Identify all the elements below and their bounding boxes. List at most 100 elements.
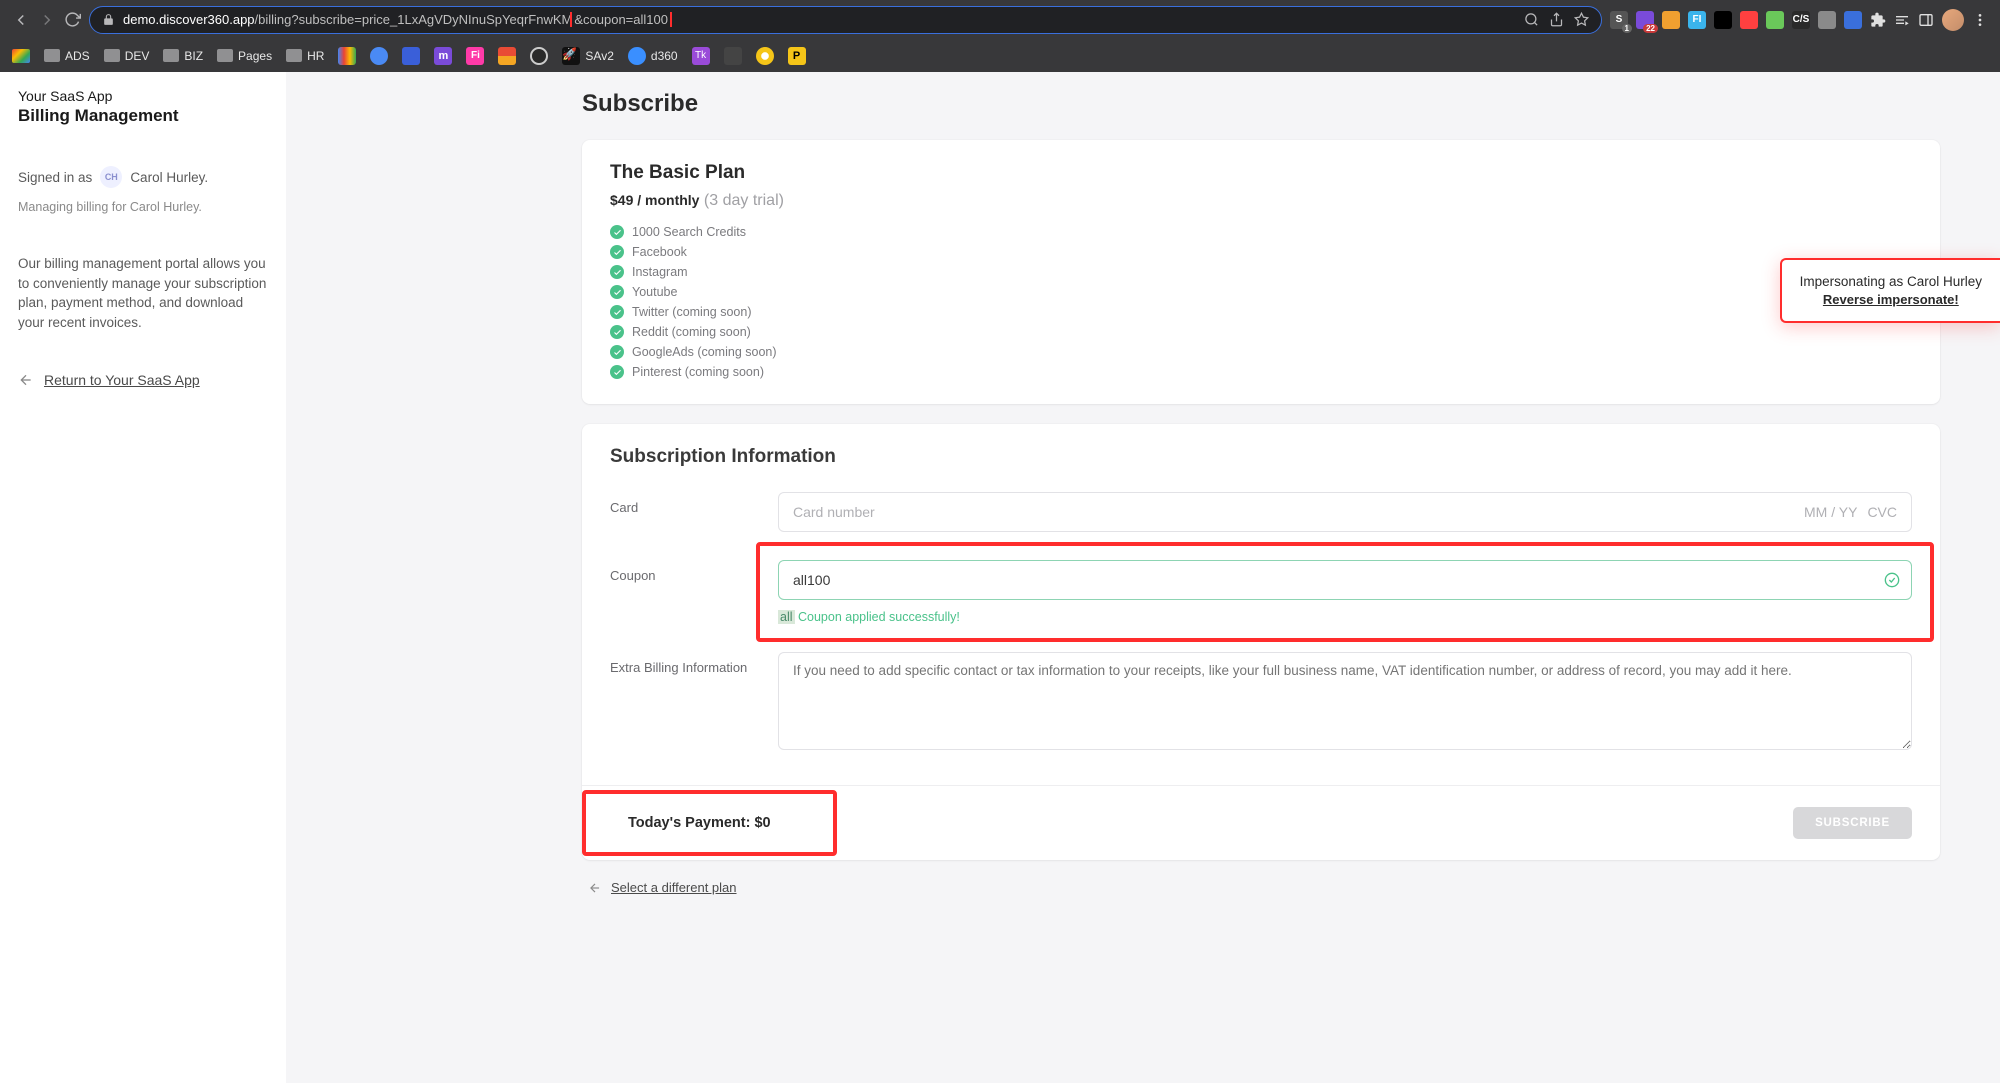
ext-icon[interactable]: FI xyxy=(1688,11,1706,29)
ext-icon[interactable]: C/S xyxy=(1792,11,1810,29)
coupon-success-message: all Coupon applied successfully! xyxy=(778,610,1912,624)
bookmark[interactable] xyxy=(498,47,516,65)
check-circle-icon xyxy=(1884,572,1900,593)
card-label: Card xyxy=(610,492,778,515)
portal-description: Our billing management portal allows you… xyxy=(18,254,268,332)
menu-icon[interactable] xyxy=(1972,12,1988,28)
page-name: Billing Management xyxy=(18,106,268,126)
bookmark-sav2[interactable]: 🚀SAv2 xyxy=(562,47,613,65)
arrow-left-icon xyxy=(588,881,602,895)
bookmark-d360[interactable]: d360 xyxy=(628,47,678,65)
bookmark[interactable]: P xyxy=(788,47,806,65)
bookmark-gmail[interactable] xyxy=(12,49,30,63)
feature-item: Instagram xyxy=(610,262,1912,282)
main-content: Subscribe The Basic Plan $49 / monthly (… xyxy=(286,72,2000,1083)
user-name: Carol Hurley. xyxy=(130,170,208,185)
check-icon xyxy=(610,245,624,259)
lock-icon xyxy=(102,13,115,26)
panel-icon[interactable] xyxy=(1918,12,1934,28)
ext-icon[interactable] xyxy=(1766,11,1784,29)
ext-icon[interactable] xyxy=(1740,11,1758,29)
app-name: Your SaaS App xyxy=(18,88,268,104)
star-icon[interactable] xyxy=(1574,12,1589,27)
bookmark[interactable] xyxy=(756,47,774,65)
playlist-icon[interactable] xyxy=(1894,12,1910,28)
extension-icons: S1 22 FI C/S xyxy=(1610,9,1988,31)
todays-payment: Today's Payment: $0 xyxy=(628,815,771,831)
check-icon xyxy=(610,225,624,239)
bookmark[interactable] xyxy=(402,47,420,65)
feature-item: Facebook xyxy=(610,242,1912,262)
impersonation-text: Impersonating as Carol Hurley xyxy=(1800,274,1982,289)
bookmark-folder-biz[interactable]: BIZ xyxy=(163,49,203,63)
bookmark[interactable]: m xyxy=(434,47,452,65)
return-link[interactable]: Return to Your SaaS App xyxy=(18,372,268,388)
ext-icon[interactable] xyxy=(1662,11,1680,29)
card-exp-placeholder: MM / YY xyxy=(1804,504,1857,520)
plan-price: $49 / monthly xyxy=(610,192,699,208)
reverse-impersonate-link[interactable]: Reverse impersonate! xyxy=(1800,292,1982,307)
bookmark[interactable] xyxy=(724,47,742,65)
ext-icon[interactable]: S1 xyxy=(1610,11,1628,29)
feature-item: GoogleAds (coming soon) xyxy=(610,342,1912,362)
profile-avatar[interactable] xyxy=(1942,9,1964,31)
card-cvc-placeholder: CVC xyxy=(1867,504,1897,520)
impersonation-toast: Impersonating as Carol Hurley Reverse im… xyxy=(1780,258,2000,323)
plan-card: The Basic Plan $49 / monthly (3 day tria… xyxy=(582,140,1940,404)
feature-item: Reddit (coming soon) xyxy=(610,322,1912,342)
sidebar: Your SaaS App Billing Management Signed … xyxy=(0,72,286,1083)
puzzle-icon[interactable] xyxy=(1870,12,1886,28)
feature-item: Youtube xyxy=(610,282,1912,302)
feature-item: Pinterest (coming soon) xyxy=(610,362,1912,382)
forward-button[interactable] xyxy=(38,11,56,29)
bookmark[interactable] xyxy=(530,47,548,65)
card-input[interactable]: Card number MM / YY CVC xyxy=(778,492,1912,532)
ext-icon[interactable] xyxy=(1818,11,1836,29)
check-icon xyxy=(610,345,624,359)
card-footer: Today's Payment: $0 SUBSCRIBE xyxy=(582,785,1940,860)
ext-icon[interactable] xyxy=(1714,11,1732,29)
back-button[interactable] xyxy=(12,11,30,29)
coupon-input[interactable] xyxy=(778,560,1912,600)
coupon-label: Coupon xyxy=(610,560,778,583)
check-icon xyxy=(610,305,624,319)
signed-in-label: Signed in as xyxy=(18,170,92,185)
bookmark-folder-dev[interactable]: DEV xyxy=(104,49,150,63)
arrow-left-icon xyxy=(18,372,34,388)
managing-text: Managing billing for Carol Hurley. xyxy=(18,200,268,214)
bookmark[interactable]: Fi xyxy=(466,47,484,65)
browser-chrome: demo.discover360.app/billing?subscribe=p… xyxy=(0,0,2000,72)
subscription-card: Subscription Information Card Card numbe… xyxy=(582,424,1940,860)
extra-billing-textarea[interactable] xyxy=(778,652,1912,750)
url-bar[interactable]: demo.discover360.app/billing?subscribe=p… xyxy=(89,6,1602,34)
bookmark-folder-ads[interactable]: ADS xyxy=(44,49,90,63)
feature-list: 1000 Search CreditsFacebookInstagramYout… xyxy=(610,222,1912,382)
ext-icon[interactable]: 22 xyxy=(1636,11,1654,29)
card-number-placeholder: Card number xyxy=(793,504,875,520)
check-icon xyxy=(610,325,624,339)
reload-button[interactable] xyxy=(64,11,81,28)
bookmark-folder-hr[interactable]: HR xyxy=(286,49,324,63)
bookmark-bar: ADS DEV BIZ Pages HR m Fi 🚀SAv2 d360 Tk … xyxy=(0,39,2000,72)
subscribe-button[interactable]: SUBSCRIBE xyxy=(1793,807,1912,839)
bookmark-folder-pages[interactable]: Pages xyxy=(217,49,272,63)
url-coupon-highlight: &coupon=all100 xyxy=(570,12,672,27)
page-title: Subscribe xyxy=(582,90,1940,118)
ext-icon[interactable] xyxy=(1844,11,1862,29)
check-icon xyxy=(610,265,624,279)
check-icon xyxy=(610,285,624,299)
share-icon[interactable] xyxy=(1549,12,1564,27)
url-text: demo.discover360.app/billing?subscribe=p… xyxy=(123,12,1516,27)
subscription-title: Subscription Information xyxy=(610,446,1912,468)
check-icon xyxy=(610,365,624,379)
search-icon[interactable] xyxy=(1524,12,1539,27)
bookmark[interactable]: Tk xyxy=(692,47,710,65)
feature-item: 1000 Search Credits xyxy=(610,222,1912,242)
plan-name: The Basic Plan xyxy=(610,162,1912,184)
extra-billing-label: Extra Billing Information xyxy=(610,652,778,675)
bookmark[interactable] xyxy=(338,47,356,65)
feature-item: Twitter (coming soon) xyxy=(610,302,1912,322)
select-different-plan-link[interactable]: Select a different plan xyxy=(582,880,1940,895)
user-avatar-initials: CH xyxy=(100,166,122,188)
bookmark[interactable] xyxy=(370,47,388,65)
